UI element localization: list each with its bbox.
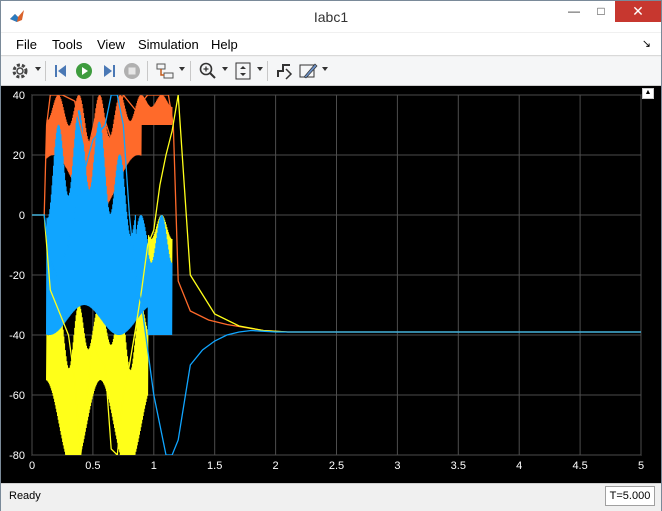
style-icon[interactable] — [298, 61, 318, 81]
step-back-icon[interactable] — [52, 61, 72, 81]
menu-file[interactable]: File — [16, 37, 37, 52]
x-tick-label: 2.5 — [329, 460, 344, 472]
expand-axes-icon[interactable]: ▲ — [642, 88, 654, 99]
signal-select-icon[interactable] — [155, 61, 175, 81]
minimize-button[interactable]: — — [560, 1, 588, 22]
scale-dropdown-icon[interactable] — [257, 67, 263, 71]
menu-tools[interactable]: Tools — [52, 37, 82, 52]
x-tick-label: 2 — [273, 460, 279, 472]
simulation-time: T=5.000 — [605, 486, 655, 506]
scale-axes-icon[interactable] — [233, 61, 253, 81]
x-tick-label: 3.5 — [451, 460, 466, 472]
x-tick-label: 1.5 — [207, 460, 222, 472]
y-tick-label: -20 — [9, 270, 25, 282]
zoom-icon[interactable] — [198, 61, 218, 81]
toolbar-separator — [45, 61, 46, 81]
menu-simulation[interactable]: Simulation — [138, 37, 199, 52]
stop-icon[interactable] — [122, 61, 142, 81]
x-tick-label: 3 — [394, 460, 400, 472]
gear-icon[interactable] — [10, 61, 30, 81]
step-forward-icon[interactable] — [98, 61, 118, 81]
x-tick-label: 1 — [151, 460, 157, 472]
y-tick-label: 0 — [19, 210, 25, 222]
x-tick-label: 4.5 — [572, 460, 587, 472]
zoom-dropdown-icon[interactable] — [222, 67, 228, 71]
toolbar-separator — [190, 61, 191, 81]
dock-arrow-icon[interactable]: ↘ — [642, 37, 651, 50]
style-dropdown-icon[interactable] — [322, 67, 328, 71]
menu-bar: File Tools View Simulation Help ↘ — [1, 33, 661, 56]
status-bar: Ready T=5.000 — [1, 483, 661, 511]
status-text: Ready — [9, 490, 41, 502]
x-tick-label: 4 — [516, 460, 522, 472]
gear-dropdown-icon[interactable] — [35, 67, 41, 71]
toolbar — [1, 57, 661, 86]
scope-chart: 0 0.5 1 1.5 2 2.5 3 3.5 4 4.5 5 40 20 0 -20 -40 -60 -80 — [9, 90, 644, 472]
y-tick-label: -80 — [9, 450, 25, 462]
signal-dropdown-icon[interactable] — [179, 67, 185, 71]
maximize-button[interactable]: □ — [587, 1, 615, 22]
y-tick-label: 40 — [13, 90, 25, 102]
scope-window: Iabc1 — □ ✕ File Tools View Simulation H… — [0, 0, 662, 511]
run-icon[interactable] — [74, 61, 94, 81]
x-tick-label: 5 — [638, 460, 644, 472]
close-button[interactable]: ✕ — [615, 1, 661, 22]
menu-help[interactable]: Help — [211, 37, 238, 52]
title-bar[interactable]: Iabc1 — □ ✕ — [1, 1, 661, 32]
x-tick-label: 0 — [29, 460, 35, 472]
toolbar-separator — [267, 61, 268, 81]
x-tick-label: 0.5 — [85, 460, 100, 472]
y-tick-label: -60 — [9, 390, 25, 402]
scope-display[interactable]: 0 0.5 1 1.5 2 2.5 3 3.5 4 4.5 5 40 20 0 -20 -40 -60 -80 — [1, 86, 661, 483]
toolbar-separator — [147, 61, 148, 81]
menu-view[interactable]: View — [97, 37, 125, 52]
y-tick-label: 20 — [13, 150, 25, 162]
y-tick-label: -40 — [9, 330, 25, 342]
highlight-block-icon[interactable] — [274, 61, 294, 81]
